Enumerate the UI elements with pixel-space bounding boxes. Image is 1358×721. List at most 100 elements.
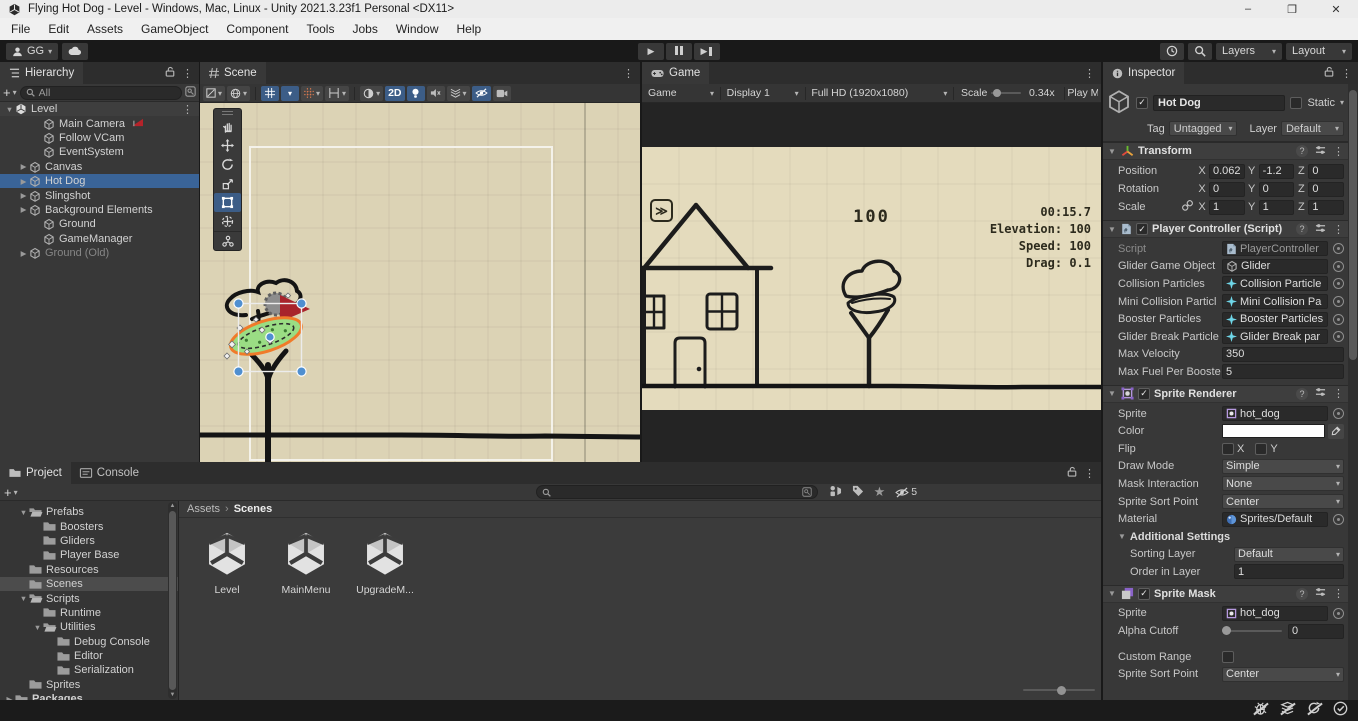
object-picker-icon[interactable]: [1333, 243, 1344, 254]
menu-assets[interactable]: Assets: [78, 18, 132, 40]
rect-tool-button[interactable]: [214, 193, 241, 212]
game-mode-dropdown[interactable]: Game▾: [645, 86, 717, 101]
view-tool-button[interactable]: [214, 117, 241, 136]
text-field[interactable]: 5: [1222, 364, 1344, 379]
pause-button[interactable]: [666, 43, 692, 60]
object-field[interactable]: #PlayerController: [1222, 241, 1328, 256]
presets-icon[interactable]: [1315, 387, 1326, 400]
expand-arrow[interactable]: ▶: [18, 162, 29, 171]
tool-settings-button[interactable]: ▾: [203, 86, 225, 101]
hierarchy-item-background-elements[interactable]: ▶Background Elements: [0, 203, 199, 217]
object-field[interactable]: Glider: [1222, 259, 1328, 274]
object-picker-icon[interactable]: [1333, 408, 1344, 419]
handle-rotation-button[interactable]: ▾: [227, 86, 250, 101]
play-maximized-dropdown[interactable]: Play Maxi: [1067, 87, 1098, 99]
chevron-down-icon[interactable]: ▾: [14, 488, 18, 497]
component-menu-icon[interactable]: ⋮: [1333, 145, 1344, 158]
menu-component[interactable]: Component: [217, 18, 297, 40]
expand-arrow[interactable]: ▶: [18, 191, 29, 200]
expand-arrow[interactable]: ▼: [18, 594, 29, 603]
scene-camera-button[interactable]: [493, 86, 511, 101]
link-scale-icon[interactable]: [1182, 200, 1193, 214]
expand-arrow[interactable]: ▼: [18, 508, 29, 517]
resolution-dropdown[interactable]: Full HD (1920x1080)▾: [808, 86, 950, 101]
draw-mode-button[interactable]: ▾: [360, 86, 383, 101]
cache-disabled-icon[interactable]: [1280, 701, 1295, 721]
display-dropdown[interactable]: Display 1▾: [724, 86, 802, 101]
enabled-checkbox[interactable]: ✓: [1138, 588, 1150, 600]
search-by-type-icon[interactable]: [185, 84, 196, 102]
folder-packages[interactable]: ▶Packages: [0, 692, 178, 700]
tree-scrollbar[interactable]: ▲▼: [168, 502, 177, 699]
lock-icon[interactable]: [165, 66, 175, 80]
dropdown-field[interactable]: Simple▾: [1222, 459, 1344, 474]
object-field[interactable]: Booster Particles: [1222, 312, 1328, 327]
move-tool-button[interactable]: [214, 136, 241, 155]
object-picker-icon[interactable]: [1333, 314, 1344, 325]
tab-console[interactable]: Console: [71, 462, 148, 484]
tag-dropdown[interactable]: Untagged▾: [1169, 121, 1238, 136]
component-header-sprite-mask[interactable]: ▼✓Sprite Mask?⋮: [1103, 585, 1348, 603]
step-button[interactable]: ▶: [694, 43, 720, 60]
hierarchy-item-slingshot[interactable]: ▶Slingshot: [0, 188, 199, 202]
asset-mainmenu[interactable]: MainMenu: [276, 530, 336, 596]
folder-debug-console[interactable]: Debug Console: [0, 635, 178, 649]
component-header-transform[interactable]: ▼Transform?⋮: [1103, 142, 1348, 160]
grid-visibility-button[interactable]: [261, 86, 279, 101]
object-field[interactable]: Mini Collision Pa: [1222, 294, 1328, 309]
account-button[interactable]: GG ▾: [6, 43, 58, 60]
object-picker-icon[interactable]: [1333, 608, 1344, 619]
help-icon[interactable]: ?: [1296, 145, 1308, 157]
menu-window[interactable]: Window: [387, 18, 448, 40]
lock-icon[interactable]: [1324, 66, 1334, 80]
component-header-player-controller-script-[interactable]: ▼#✓Player Controller (Script)?⋮: [1103, 220, 1348, 238]
debugger-disabled-icon[interactable]: [1253, 701, 1268, 721]
component-menu-icon[interactable]: ⋮: [1333, 587, 1344, 600]
foldout-label[interactable]: ▼Additional Settings: [1118, 531, 1230, 543]
dropdown-field[interactable]: Center▾: [1222, 667, 1344, 682]
asset-upgradem-[interactable]: UpgradeM...: [355, 530, 415, 596]
close-button[interactable]: ✕: [1314, 0, 1358, 18]
object-picker-icon[interactable]: [1333, 331, 1344, 342]
axis-field-z[interactable]: 0: [1308, 164, 1344, 179]
folder-runtime[interactable]: Runtime: [0, 606, 178, 620]
menu-tools[interactable]: Tools: [297, 18, 343, 40]
folder-player-base[interactable]: Player Base: [0, 548, 178, 562]
hierarchy-item-ground[interactable]: Ground: [0, 217, 199, 231]
cloud-button[interactable]: [62, 43, 88, 60]
scale-slider[interactable]: [991, 92, 1021, 94]
object-picker-icon[interactable]: [1333, 278, 1344, 289]
slider-value-field[interactable]: 0: [1288, 624, 1344, 639]
panel-menu-icon[interactable]: ⋮: [1084, 467, 1095, 480]
folder-scenes[interactable]: Scenes: [0, 577, 178, 591]
folder-utilities[interactable]: ▼Utilities: [0, 620, 178, 634]
hierarchy-item-eventsystem[interactable]: EventSystem: [0, 145, 199, 159]
lock-icon[interactable]: [1067, 466, 1077, 480]
hierarchy-item-level[interactable]: ▼Level⋮: [0, 102, 199, 116]
axis-field-z[interactable]: 1: [1308, 200, 1344, 215]
enabled-checkbox[interactable]: ✓: [1136, 223, 1148, 235]
search-by-type-icon[interactable]: [829, 485, 842, 500]
object-picker-icon[interactable]: [1333, 296, 1344, 307]
effects-button[interactable]: ▾: [447, 86, 470, 101]
object-picker-icon[interactable]: [1333, 261, 1344, 272]
overlay-drag-handle[interactable]: [214, 109, 241, 117]
axis-field-x[interactable]: 0: [1209, 182, 1245, 197]
object-field[interactable]: hot_dog: [1222, 406, 1328, 421]
scale-tool-button[interactable]: [214, 174, 241, 193]
scene-visibility-button[interactable]: [472, 86, 491, 101]
auto-refresh-disabled-icon[interactable]: [1307, 701, 1321, 721]
object-field[interactable]: Glider Break par: [1222, 329, 1328, 344]
folder-scripts[interactable]: ▼Scripts: [0, 591, 178, 605]
handle-top-left[interactable]: [234, 299, 243, 308]
asset-level[interactable]: Level: [197, 530, 257, 596]
expand-arrow[interactable]: ▼: [32, 623, 43, 632]
text-field[interactable]: 350: [1222, 347, 1344, 362]
hierarchy-item-gamemanager[interactable]: GameManager: [0, 232, 199, 246]
enabled-checkbox[interactable]: ✓: [1138, 388, 1150, 400]
component-menu-icon[interactable]: ⋮: [1333, 223, 1344, 236]
game-viewport[interactable]: ≫ 100 00:15.7 Elevation: 100 Speed: 100 …: [642, 103, 1101, 462]
object-field[interactable]: hot_dog: [1222, 606, 1328, 621]
presets-icon[interactable]: [1315, 223, 1326, 236]
flip-x-checkbox[interactable]: [1222, 443, 1234, 455]
